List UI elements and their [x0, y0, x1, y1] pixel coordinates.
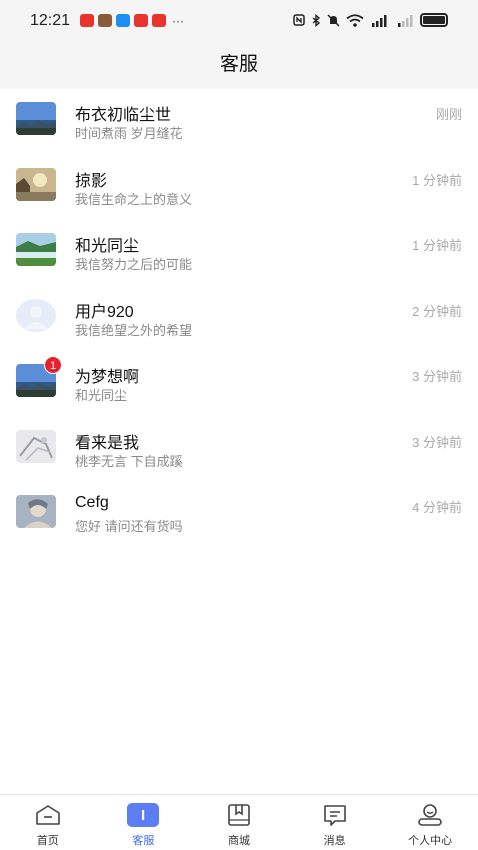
portrait-avatar [16, 495, 56, 528]
message-time: 刚刚 [435, 107, 462, 122]
bottom-tab-bar: 首页 客服 商城 消息 个人中心 [0, 794, 478, 850]
green-landscape-avatar [16, 233, 56, 266]
tab-label: 商城 [227, 835, 250, 847]
contact-name: Cefg [75, 494, 109, 511]
notification-icon [152, 14, 166, 27]
tab-service[interactable]: 客服 [96, 795, 192, 850]
header: 客服 [0, 44, 478, 89]
message-time: 3 分钟前 [412, 434, 462, 450]
conversation-row[interactable]: 用户920 我信绝望之外的希望 2 分钟前 [0, 286, 478, 352]
contact-name: 布衣初临尘世 [75, 107, 172, 124]
message-time: 2 分钟前 [412, 303, 462, 319]
sky-landscape-avatar [16, 102, 56, 135]
more-notifications-icon: ··· [172, 13, 184, 28]
tab-label: 客服 [132, 835, 155, 847]
notification-icon [80, 14, 94, 27]
last-message: 我信生命之上的意义 [75, 191, 193, 207]
conversation-list: 布衣初临尘世 时间煮雨 岁月缝花 刚刚 掠影 我信生命之上的意义 1 分钟前 和… [0, 89, 478, 548]
contact-name: 用户920 [75, 303, 134, 321]
contact-name: 掠影 [75, 172, 108, 190]
tab-label: 首页 [36, 835, 59, 847]
notification-icons: ··· [80, 14, 184, 27]
message-time: 1 分钟前 [412, 238, 462, 253]
conversation-row[interactable]: Cefg 您好 请问还有货吗 4 分钟前 [0, 482, 478, 548]
mute-icon [327, 13, 340, 27]
status-bar: 12:21 ··· [0, 0, 478, 44]
contact-name: 看来是我 [75, 434, 140, 452]
mall-icon [228, 804, 250, 826]
service-icon [127, 803, 160, 827]
tab-label: 消息 [323, 835, 346, 847]
tab-home[interactable]: 首页 [0, 795, 96, 850]
nfc-icon [293, 14, 305, 26]
notification-icon [98, 14, 112, 27]
unread-badge: 1 [44, 356, 62, 374]
conversation-row[interactable]: 布衣初临尘世 时间煮雨 岁月缝花 刚刚 [0, 89, 478, 155]
home-icon [35, 805, 60, 825]
contact-name: 和光同尘 [75, 238, 140, 255]
message-time: 3 分钟前 [412, 369, 462, 384]
signal-icon [372, 14, 387, 27]
battery-icon [420, 13, 448, 27]
conversation-row[interactable]: 1 为梦想啊 和光同尘 3 分钟前 [0, 351, 478, 417]
tab-messages[interactable]: 消息 [287, 795, 383, 850]
sketch-avatar [16, 429, 56, 463]
last-message: 我信努力之后的可能 [75, 257, 193, 272]
profile-icon [418, 804, 442, 826]
message-icon [323, 805, 346, 826]
status-time: 12:21 [30, 12, 71, 29]
page-title: 客服 [219, 54, 258, 75]
message-time: 4 分钟前 [412, 500, 462, 515]
notification-icon [134, 14, 148, 27]
conversation-row[interactable]: 掠影 我信生命之上的意义 1 分钟前 [0, 155, 478, 221]
last-message: 您好 请问还有货吗 [75, 519, 183, 534]
conversation-row[interactable]: 和光同尘 我信努力之后的可能 1 分钟前 [0, 220, 478, 286]
notification-icon [116, 14, 130, 27]
last-message: 我信绝望之外的希望 [75, 322, 193, 338]
message-time: 1 分钟前 [412, 172, 462, 188]
default-avatar [16, 298, 56, 332]
last-message: 桃李无言 下自成蹊 [75, 453, 183, 469]
sunset-landscape-avatar [16, 167, 56, 201]
last-message: 时间煮雨 岁月缝花 [75, 126, 183, 141]
system-icons [293, 13, 448, 27]
signal-weak-icon [398, 14, 413, 27]
tab-profile[interactable]: 个人中心 [382, 795, 478, 850]
bluetooth-icon [312, 13, 321, 27]
conversation-row[interactable]: 看来是我 桃李无言 下自成蹊 3 分钟前 [0, 417, 478, 483]
wifi-icon [346, 13, 364, 27]
contact-name: 为梦想啊 [75, 369, 140, 386]
tab-mall[interactable]: 商城 [191, 795, 287, 850]
last-message: 和光同尘 [75, 388, 128, 403]
tab-label: 个人中心 [408, 835, 453, 847]
